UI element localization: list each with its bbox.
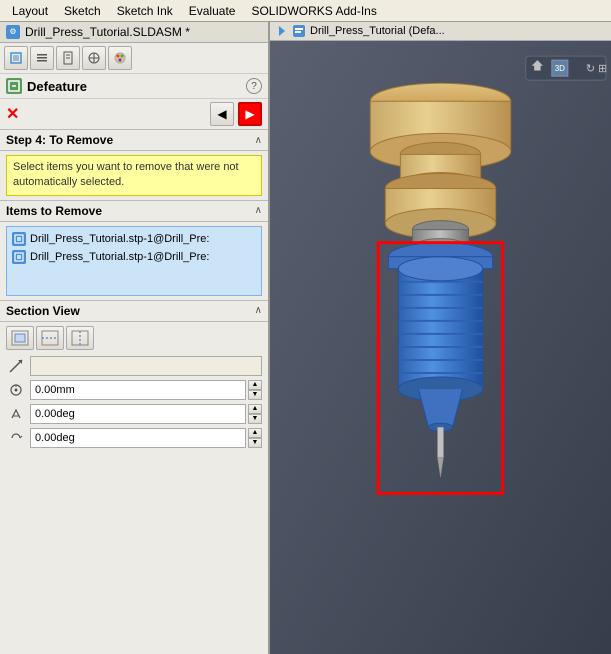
offset3-input[interactable]: 0.00deg [30, 428, 246, 448]
tree-header: Drill_Press_Tutorial (Defa... [270, 22, 611, 41]
filename-label: Drill_Press_Tutorial.SLDASM * [25, 25, 190, 39]
arrow-icon [6, 356, 26, 376]
main-area: ⚙ Drill_Press_Tutorial.SLDASM * [0, 22, 611, 654]
tb-page-btn[interactable] [56, 46, 80, 70]
view-btn-row [6, 326, 262, 350]
offset1-up[interactable]: ▲ [248, 380, 262, 390]
item1-icon [12, 232, 26, 246]
section-view-collapse-icon: ∧ [255, 305, 262, 316]
offset1-down[interactable]: ▼ [248, 390, 262, 400]
section-side-btn[interactable] [66, 326, 94, 350]
offset2-down[interactable]: ▼ [248, 414, 262, 424]
svg-text:3D: 3D [555, 64, 565, 73]
offset3-down[interactable]: ▼ [248, 438, 262, 448]
offset1-row: 0.00mm ▲ ▼ [6, 380, 262, 400]
offset2-row: 0.00deg ▲ ▼ [6, 404, 262, 424]
step4-collapse-icon: ∧ [255, 135, 262, 146]
section-front-btn[interactable] [6, 326, 34, 350]
menu-sketch[interactable]: Sketch [56, 3, 109, 19]
nav-forward-icon: ▶ [245, 107, 254, 121]
list-item: Drill_Press_Tutorial.stp-1@Drill_Pre: [10, 248, 258, 266]
nav-back-icon: ◀ [217, 107, 226, 121]
list-item: Drill_Press_Tutorial.stp-1@Drill_Pre: [10, 230, 258, 248]
section-view-header[interactable]: Section View ∧ [0, 300, 268, 322]
nav-forward-button[interactable]: ▶ [238, 102, 262, 126]
offset1-spinner: ▲ ▼ [248, 380, 262, 400]
offset2-icon [6, 404, 26, 424]
position-row [6, 356, 262, 376]
menu-layout[interactable]: Layout [4, 3, 56, 19]
items-to-remove-title: Items to Remove [6, 204, 255, 218]
position-input[interactable] [30, 356, 262, 376]
offset3-up[interactable]: ▲ [248, 428, 262, 438]
menu-addins[interactable]: SOLIDWORKS Add-Ins [243, 3, 384, 19]
menu-evaluate[interactable]: Evaluate [181, 3, 244, 19]
panel-title: Defeature [27, 79, 246, 94]
control-row: ✕ ◀ ▶ [0, 99, 268, 129]
canvas-3d[interactable]: 3D ↻ ⊞ [270, 41, 611, 654]
offset2-input[interactable]: 0.00deg [30, 404, 246, 424]
item2-icon [12, 250, 26, 264]
right-panel[interactable]: Drill_Press_Tutorial (Defa... [270, 22, 611, 654]
svg-text:↻: ↻ [586, 63, 595, 75]
tb-cube-btn[interactable] [4, 46, 28, 70]
file-icon: ⚙ [6, 25, 20, 39]
tb-cross-btn[interactable] [82, 46, 106, 70]
title-bar: ⚙ Drill_Press_Tutorial.SLDASM * [0, 22, 268, 43]
item1-text: Drill_Press_Tutorial.stp-1@Drill_Pre: [30, 233, 209, 245]
step4-section-header[interactable]: Step 4: To Remove ∧ [0, 129, 268, 151]
offset3-icon [6, 428, 26, 448]
toolbar [0, 43, 268, 74]
close-button[interactable]: ✕ [6, 104, 19, 124]
help-button[interactable]: ? [246, 78, 262, 94]
offset3-row: 0.00deg ▲ ▼ [6, 428, 262, 448]
section-top-btn[interactable] [36, 326, 64, 350]
offset3-spinner: ▲ ▼ [248, 428, 262, 448]
items-collapse-icon: ∧ [255, 205, 262, 216]
section-view-title: Section View [6, 304, 255, 318]
items-list[interactable]: Drill_Press_Tutorial.stp-1@Drill_Pre: Dr… [6, 226, 262, 296]
left-panel: ⚙ Drill_Press_Tutorial.SLDASM * [0, 22, 270, 654]
offset2-spinner: ▲ ▼ [248, 404, 262, 424]
tb-list-btn[interactable] [30, 46, 54, 70]
section-view-body: 0.00mm ▲ ▼ 0.00deg ▲ ▼ [0, 322, 268, 456]
menu-sketch-ink[interactable]: Sketch Ink [109, 3, 181, 19]
step4-title: Step 4: To Remove [6, 133, 255, 147]
menu-bar: Layout Sketch Sketch Ink Evaluate SOLIDW… [0, 0, 611, 22]
tb-palette-btn[interactable] [108, 46, 132, 70]
defeature-icon [6, 78, 22, 94]
offset1-input[interactable]: 0.00mm [30, 380, 246, 400]
svg-text:⊞: ⊞ [598, 63, 607, 75]
offset2-up[interactable]: ▲ [248, 404, 262, 414]
tree-label: Drill_Press_Tutorial (Defa... [310, 25, 445, 37]
panel-header: Defeature ? [0, 74, 268, 99]
nav-back-button[interactable]: ◀ [210, 102, 234, 126]
offset1-icon [6, 380, 26, 400]
item2-text: Drill_Press_Tutorial.stp-1@Drill_Pre: [30, 251, 209, 263]
hint-text: Select items you want to remove that wer… [13, 161, 239, 188]
items-to-remove-header[interactable]: Items to Remove ∧ [0, 200, 268, 222]
3d-view-svg: 3D ↻ ⊞ [270, 41, 611, 654]
hint-box: Select items you want to remove that wer… [6, 155, 262, 196]
